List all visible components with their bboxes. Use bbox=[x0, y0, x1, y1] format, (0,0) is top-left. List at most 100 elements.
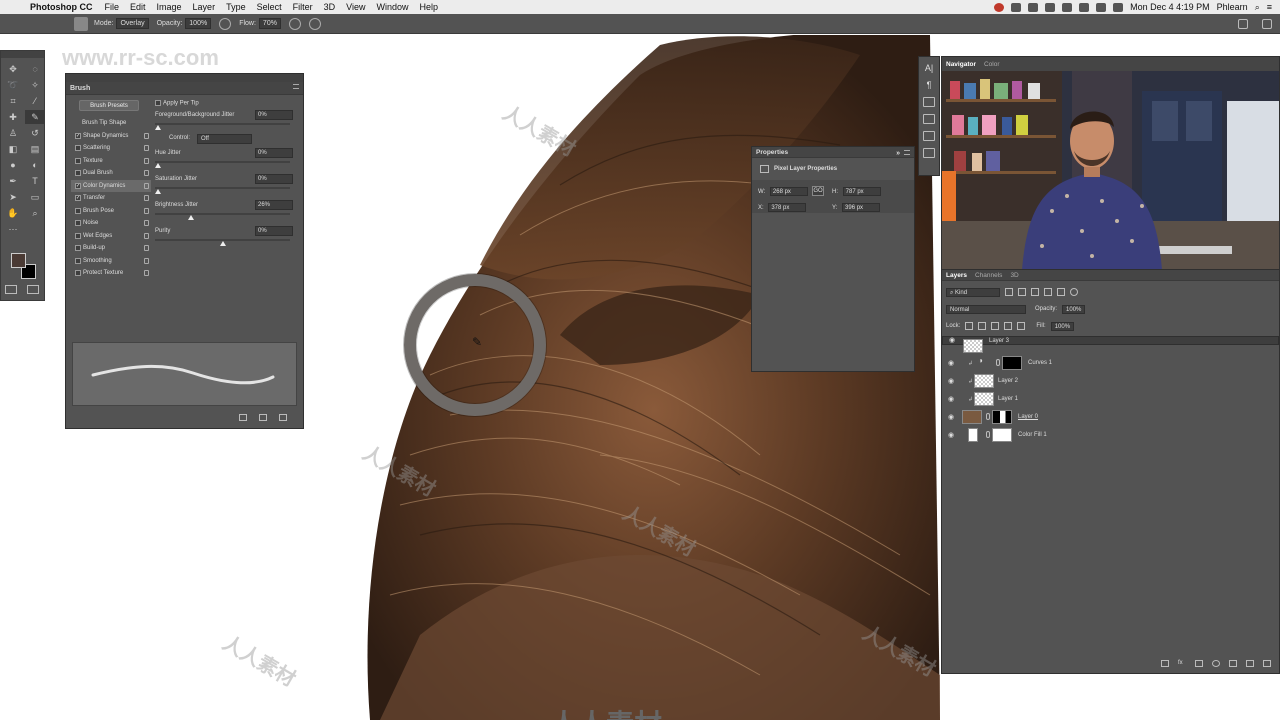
blur-tool-icon[interactable]: ● bbox=[3, 158, 23, 172]
x-input[interactable]: 378 px bbox=[768, 203, 807, 212]
app-menu[interactable]: Photoshop CC bbox=[30, 2, 93, 12]
filter-pixel-icon[interactable] bbox=[1005, 288, 1013, 296]
workspace-icon[interactable] bbox=[1262, 18, 1272, 29]
kind-filter-select[interactable]: ⌕ Kind bbox=[946, 287, 1000, 297]
layer-row-layer-0[interactable]: ◉ Layer 0 bbox=[942, 408, 1279, 426]
visibility-eye-icon[interactable]: ◉ bbox=[948, 395, 954, 403]
y-input[interactable]: 396 px bbox=[842, 203, 881, 212]
layer-name[interactable]: Layer 2 bbox=[998, 378, 1018, 384]
time-machine-icon[interactable] bbox=[1045, 2, 1056, 12]
lock-icon[interactable] bbox=[144, 270, 149, 276]
record-icon[interactable] bbox=[994, 2, 1005, 12]
brightness-jitter-input[interactable]: 26% bbox=[255, 200, 293, 210]
brush-setting-wet-edges[interactable]: Wet Edges bbox=[71, 230, 151, 243]
type-tool-icon[interactable]: T bbox=[25, 174, 45, 188]
screen-mode-icon[interactable] bbox=[27, 285, 39, 294]
brush-setting-checkbox[interactable] bbox=[75, 257, 81, 264]
foreground-color-swatch[interactable] bbox=[11, 253, 26, 268]
brush-presets-icon[interactable] bbox=[923, 114, 935, 124]
mask-link-icon[interactable] bbox=[996, 359, 1000, 366]
brush-setting-checkbox[interactable]: ✓ bbox=[75, 182, 81, 189]
dropbox-icon[interactable] bbox=[1011, 2, 1022, 12]
tool-preset-picker[interactable] bbox=[74, 16, 88, 31]
flow-field[interactable]: Flow: 70% bbox=[239, 18, 281, 29]
lock-icon[interactable] bbox=[144, 170, 149, 176]
brush-setting-transfer[interactable]: ✓ Transfer bbox=[71, 192, 151, 205]
filter-type-icon[interactable] bbox=[1031, 288, 1039, 296]
layer-opacity-input[interactable]: 100% bbox=[1062, 304, 1086, 314]
opacity-field[interactable]: Opacity: 100% bbox=[157, 18, 212, 29]
volume-icon[interactable] bbox=[1096, 2, 1107, 12]
clone-source-icon[interactable] bbox=[923, 97, 935, 107]
menu-image[interactable]: Image bbox=[157, 2, 182, 12]
menu-help[interactable]: Help bbox=[419, 2, 438, 12]
brush-setting-texture[interactable]: Texture bbox=[71, 155, 151, 168]
brush-setting-checkbox[interactable] bbox=[75, 157, 81, 164]
filter-shape-icon[interactable] bbox=[1044, 288, 1052, 296]
filter-smart-object-icon[interactable] bbox=[1057, 288, 1065, 296]
mask-link-icon[interactable] bbox=[986, 431, 990, 438]
menu-view[interactable]: View bbox=[346, 2, 365, 12]
lock-icon[interactable] bbox=[144, 207, 149, 214]
lock-icon[interactable] bbox=[144, 232, 149, 239]
mode-field[interactable]: Mode: Overlay bbox=[94, 18, 149, 29]
menu-select[interactable]: Select bbox=[257, 2, 282, 12]
menu-type[interactable]: Type bbox=[226, 2, 246, 12]
lock-position-icon[interactable] bbox=[991, 322, 1000, 330]
tab-layers[interactable]: Layers bbox=[946, 272, 967, 279]
lock-artboard-icon[interactable] bbox=[1004, 322, 1013, 330]
edit-toolbar-icon[interactable]: ⋯ bbox=[3, 222, 23, 236]
brush-setting-scattering[interactable]: Scattering bbox=[71, 142, 151, 155]
menu-edit[interactable]: Edit bbox=[130, 2, 146, 12]
layer-name[interactable]: Layer 3 bbox=[989, 337, 1009, 345]
layer-row-curves-1[interactable]: ◉ ↲ ◑ Curves 1 bbox=[942, 354, 1279, 372]
brush-panel-tab[interactable]: Brush bbox=[66, 82, 303, 95]
purity-knob[interactable] bbox=[220, 241, 226, 246]
collapse-panel-icon[interactable]: » bbox=[896, 148, 900, 159]
visibility-eye-icon[interactable]: ◉ bbox=[948, 431, 954, 439]
brightness-jitter-slider[interactable] bbox=[155, 213, 290, 215]
lock-transparent-icon[interactable] bbox=[965, 322, 974, 330]
lasso-tool-icon[interactable]: ➰ bbox=[3, 78, 23, 92]
control-select[interactable]: Off bbox=[197, 134, 252, 144]
panel-menu-icon[interactable] bbox=[904, 150, 910, 155]
filter-adjustment-icon[interactable] bbox=[1018, 288, 1026, 296]
user-name[interactable]: Phlearn bbox=[1217, 2, 1248, 12]
height-input[interactable]: 787 px bbox=[842, 187, 881, 196]
apply-per-tip-checkbox[interactable] bbox=[155, 100, 161, 106]
creative-cloud-icon[interactable] bbox=[1028, 2, 1039, 12]
layer-mask-thumbnail[interactable] bbox=[992, 428, 1012, 442]
brush-setting-checkbox[interactable] bbox=[75, 220, 81, 227]
blend-mode-select[interactable]: Normal bbox=[946, 304, 1026, 314]
lock-image-icon[interactable] bbox=[978, 322, 987, 330]
brush-presets-button[interactable]: Brush Presets bbox=[79, 100, 139, 111]
marquee-tool-icon[interactable]: ◌ bbox=[25, 62, 45, 76]
layer-name[interactable]: Color Fill 1 bbox=[1018, 432, 1047, 438]
brush-tip-shape-item[interactable]: Brush Tip Shape bbox=[71, 117, 151, 130]
new-group-icon[interactable] bbox=[1229, 660, 1237, 667]
layer-name[interactable]: Curves 1 bbox=[1028, 360, 1052, 366]
lock-icon[interactable] bbox=[144, 145, 149, 151]
lock-icon[interactable] bbox=[144, 132, 149, 139]
adjustments-icon[interactable] bbox=[923, 131, 935, 141]
pressure-opacity-icon[interactable] bbox=[219, 17, 232, 30]
visibility-eye-icon[interactable]: ◉ bbox=[948, 413, 954, 421]
panel-menu-icon[interactable] bbox=[293, 84, 299, 89]
visibility-eye-icon[interactable]: ◉ bbox=[949, 337, 955, 345]
link-dimensions-button[interactable]: GO bbox=[812, 186, 824, 196]
new-brush-icon[interactable] bbox=[279, 414, 287, 421]
healing-tool-icon[interactable]: ✚ bbox=[3, 110, 23, 124]
lock-icon[interactable] bbox=[144, 245, 149, 251]
battery-icon[interactable] bbox=[1113, 2, 1124, 12]
visibility-eye-icon[interactable]: ◉ bbox=[948, 359, 954, 367]
width-input[interactable]: 268 px bbox=[769, 187, 808, 196]
flow-input[interactable]: 70% bbox=[258, 18, 281, 29]
new-layer-icon[interactable] bbox=[1246, 660, 1254, 667]
layer-row-layer-3[interactable]: ◉ Layer 3 bbox=[942, 336, 1279, 353]
lock-icon[interactable] bbox=[144, 157, 149, 164]
brush-setting-brush-pose[interactable]: Brush Pose bbox=[71, 205, 151, 218]
fg-bg-jitter-knob[interactable] bbox=[155, 125, 161, 130]
magic-wand-tool-icon[interactable]: ✧ bbox=[25, 78, 45, 92]
pressure-size-icon[interactable] bbox=[308, 17, 321, 30]
fg-bg-jitter-input[interactable]: 0% bbox=[255, 110, 293, 120]
